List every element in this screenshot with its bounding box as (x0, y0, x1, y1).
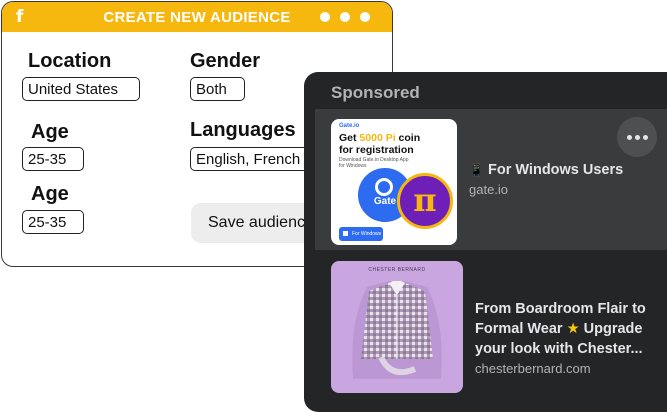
languages-label: Languages (190, 119, 296, 141)
ad-thumbnail[interactable]: Gate.io Get 5000 Pi coin for registratio… (331, 119, 457, 245)
age-label: Age (31, 121, 69, 143)
age-field-2[interactable]: 25-35 (22, 210, 84, 234)
ad-thumbnail[interactable]: CHESTER BERNARD (331, 261, 463, 393)
thumb-download-button: For Windows (339, 227, 383, 241)
pi-coin-icon: π (397, 173, 453, 229)
phone-icon: 📱 (469, 163, 484, 177)
gender-label: Gender (190, 50, 261, 72)
window-dot-icon[interactable] (320, 12, 330, 22)
ad-headline-line-1[interactable]: From Boardroom Flair to (475, 299, 646, 319)
thumb-subtext: Download Gate.io Desktop App for Windows (339, 157, 409, 169)
location-field[interactable]: United States (22, 77, 140, 101)
gate-brand-mark: Gate.io (339, 123, 360, 129)
more-dot-icon (627, 135, 632, 140)
ad-item[interactable]: Gate.io Get 5000 Pi coin for registratio… (315, 109, 667, 250)
thumb-headline: Get 5000 Pi coin (339, 132, 421, 144)
ad-item[interactable]: CHESTER BERNARD From Boardroom Flair to … (315, 255, 667, 401)
card-header: f CREATE NEW AUDIENCE (2, 2, 392, 32)
age-field[interactable]: 25-35 (22, 147, 84, 171)
ad-headline-line-2[interactable]: Formal Wear ★ Upgrade (475, 319, 642, 339)
window-dot-icon[interactable] (340, 12, 350, 22)
ad-headline-line-3[interactable]: your look with Chester... (475, 339, 643, 359)
age-label-2: Age (31, 183, 69, 205)
more-dot-icon (643, 135, 648, 140)
more-options-button[interactable] (617, 117, 657, 157)
more-dot-icon (635, 135, 640, 140)
shirt-image (352, 281, 442, 379)
ad-headline[interactable]: 📱 For Windows Users (469, 160, 623, 180)
location-label: Location (28, 50, 112, 72)
ad-domain: chesterbernard.com (475, 361, 591, 376)
card-title: CREATE NEW AUDIENCE (103, 9, 291, 26)
star-icon: ★ (566, 321, 580, 337)
ad-domain: gate.io (469, 182, 509, 197)
sponsored-heading: Sponsored (331, 83, 420, 102)
window-dot-icon[interactable] (360, 12, 370, 22)
sponsored-panel: Sponsored Gate.io Get 5000 Pi coin for r… (304, 72, 667, 412)
thumb-headline-2: for registration (339, 144, 414, 156)
gender-field[interactable]: Both (190, 77, 245, 101)
windows-icon (343, 231, 348, 236)
